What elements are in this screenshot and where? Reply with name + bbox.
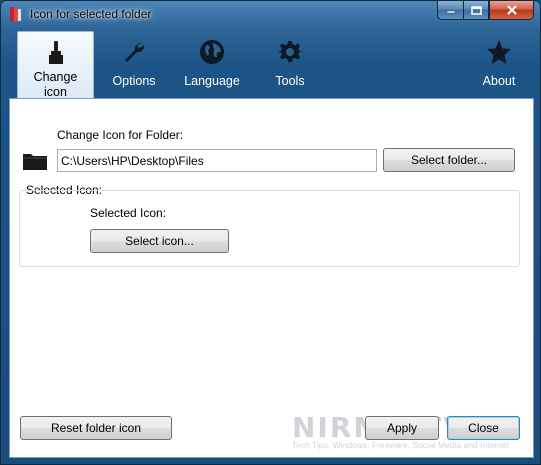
tab-tools[interactable]: Tools [257,31,323,97]
tab-language-label: Language [184,74,240,88]
close-button[interactable]: Close [447,416,520,440]
tab-language[interactable]: Language [177,31,247,97]
selected-icon-label: Selected Icon: [90,206,167,220]
select-icon-button[interactable]: Select icon... [90,229,229,253]
main-toolbar: Change icon Options Language Tools About [9,31,534,99]
caption-buttons [437,1,534,20]
apply-button[interactable]: Apply [365,416,439,440]
tab-options[interactable]: Options [101,31,167,97]
folder-heading: Change Icon for Folder: [57,128,184,142]
app-window: Icon for selected folder Change icon Opt… [0,0,541,465]
globe-icon [199,39,225,65]
tab-tools-label: Tools [275,74,305,88]
maximize-button[interactable] [463,1,489,20]
tab-about[interactable]: About [466,31,532,97]
folder-path-input[interactable] [57,149,377,172]
folder-icon [23,154,47,170]
minimize-icon [446,10,455,14]
select-folder-button[interactable]: Select folder... [383,148,515,172]
wrench-icon [121,39,147,65]
star-icon [486,39,512,65]
tab-change-icon[interactable]: Change icon [17,31,94,99]
brush-icon [43,40,69,66]
change-icon-panel: Change Icon for Folder: Select folder...… [9,98,534,458]
tab-about-label: About [482,74,516,88]
maximize-icon [470,5,482,15]
tab-options-label: Options [112,74,156,88]
book-app-icon [10,7,22,22]
title-bar[interactable]: Icon for selected folder [1,1,540,27]
minimize-button[interactable] [437,1,463,20]
close-icon [506,5,517,15]
watermark-tagline: Tech Tips, Windows, Freeware, Social Med… [292,440,509,450]
gear-icon [277,39,303,65]
window-title: Icon for selected folder [30,7,152,21]
reset-folder-icon-button[interactable]: Reset folder icon [20,416,172,440]
tab-change-icon-label: Change icon [33,70,78,99]
close-window-button[interactable] [489,1,534,20]
